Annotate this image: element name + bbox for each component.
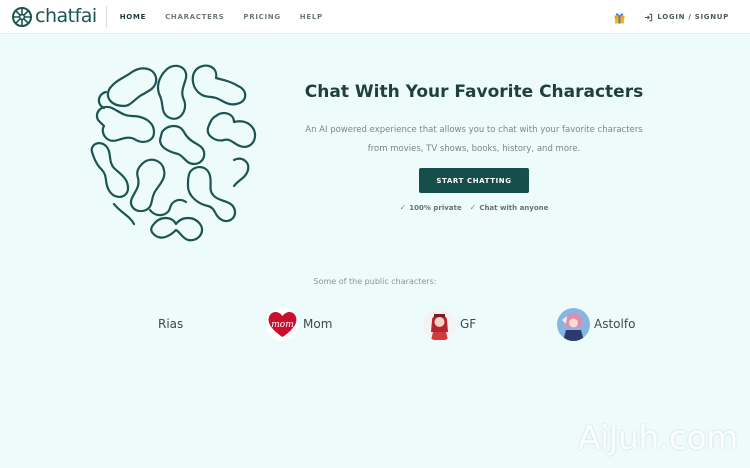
character-name: Astolfo <box>594 317 636 331</box>
nav-help-link[interactable]: HELP <box>300 13 323 21</box>
hero-description-line-1: An AI powered experience that allows you… <box>305 125 643 135</box>
public-characters-label: Some of the public characters: <box>313 277 437 286</box>
feature-private: ✓ 100% private <box>400 203 462 212</box>
nav-divider <box>105 5 107 28</box>
feature-chat-anyone-label: Chat with anyone <box>479 203 549 212</box>
brain-network-illustration <box>90 64 257 242</box>
character-avatar-mom: mom <box>266 307 299 341</box>
character-name: GF <box>460 317 477 331</box>
brand-name: chatfai <box>35 5 97 27</box>
nav-right: LOGIN / SIGNUP <box>613 0 729 34</box>
feature-chat-anyone: ✓ Chat with anyone <box>470 203 549 212</box>
nav-characters-link[interactable]: CHARACTERS <box>165 13 224 21</box>
character-name: Mom <box>303 317 333 331</box>
character-name: Rias <box>158 317 184 331</box>
watermark: AiJuh.com <box>578 418 738 457</box>
brand-logo[interactable]: chatfai <box>11 0 97 34</box>
character-avatar-astolfo <box>557 307 590 341</box>
feature-list: ✓ 100% private ✓ Chat with anyone <box>380 203 568 212</box>
nav-pricing-link[interactable]: PRICING <box>243 13 280 21</box>
character-avatar-gf <box>423 307 456 341</box>
character-card-gf[interactable]: GF <box>423 307 476 341</box>
hero-description-line-2: from movies, TV shows, books, history, a… <box>367 144 581 154</box>
feature-private-label: 100% private <box>409 203 462 212</box>
character-card-astolfo[interactable]: Astolfo <box>557 307 635 341</box>
login-icon <box>645 13 653 21</box>
hero-description: An AI powered experience that allows you… <box>292 121 656 159</box>
top-navbar: chatfai HOME CHARACTERS PRICING HELP LOG… <box>0 0 750 34</box>
check-icon: ✓ <box>469 203 477 212</box>
login-label: LOGIN / SIGNUP <box>657 13 729 21</box>
main-menu: HOME CHARACTERS PRICING HELP <box>120 13 342 21</box>
login-signup-link[interactable]: LOGIN / SIGNUP <box>644 13 729 22</box>
nav-home-link[interactable]: HOME <box>120 13 146 21</box>
character-card-mom[interactable]: mom Mom <box>266 307 332 341</box>
character-card-rias[interactable]: Rias <box>158 307 183 341</box>
check-icon: ✓ <box>399 203 407 212</box>
gift-icon[interactable] <box>613 11 626 24</box>
logo-icon <box>12 6 32 27</box>
start-chatting-button[interactable]: START CHATTING <box>419 168 529 193</box>
hero-title: Chat With Your Favorite Characters <box>304 82 644 102</box>
avatar-mom-text: mom <box>271 320 294 330</box>
